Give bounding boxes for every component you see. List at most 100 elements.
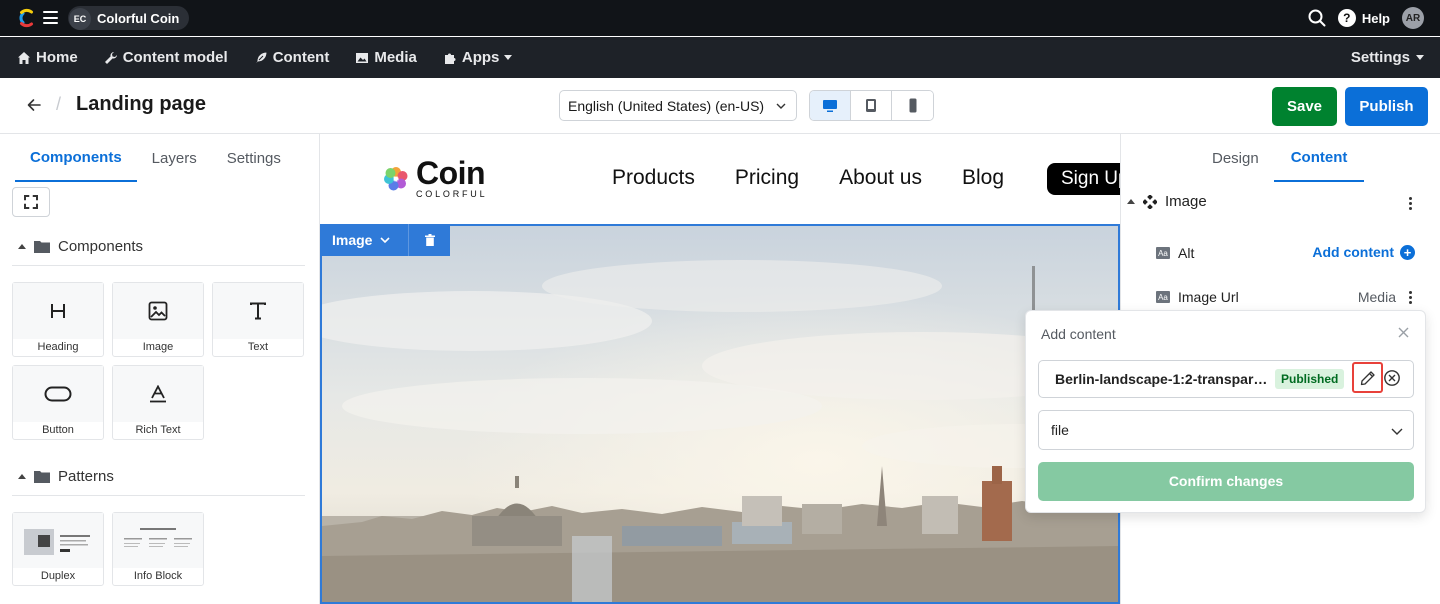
tablet-view-button[interactable]	[851, 91, 892, 120]
publish-button[interactable]: Publish	[1345, 87, 1428, 126]
block-type-dropdown[interactable]: Image	[320, 224, 408, 256]
pattern-tile-info-block[interactable]: Info Block	[112, 512, 204, 586]
mobile-view-button[interactable]	[892, 91, 933, 120]
site-header[interactable]: Coin COLORFUL Products Pricing About us …	[320, 134, 1120, 224]
desktop-view-button[interactable]	[810, 91, 851, 120]
tab-content[interactable]: Content	[1273, 134, 1365, 182]
source-type-select[interactable]: file	[1038, 410, 1414, 450]
tab-settings[interactable]: Settings	[212, 134, 296, 182]
nav-apps[interactable]: Apps	[443, 49, 513, 66]
site-logo[interactable]: Coin COLORFUL	[381, 155, 487, 199]
button-icon	[44, 386, 72, 402]
components-section-header[interactable]: Components	[18, 238, 143, 255]
image-icon	[356, 52, 369, 63]
selected-image-block[interactable]	[320, 224, 1120, 604]
tile-label: Heading	[37, 341, 79, 353]
flower-logo-icon	[384, 166, 408, 190]
back-arrow-icon[interactable]	[26, 97, 42, 113]
prop-label: Image Url	[1178, 289, 1239, 305]
edit-reference-button[interactable]	[1352, 362, 1383, 393]
tab-components[interactable]: Components	[15, 134, 137, 182]
top-bar: EC Colorful Coin ? Help AR	[0, 0, 1440, 36]
delete-block-button[interactable]	[408, 224, 450, 256]
home-icon	[18, 51, 30, 64]
help-label: Help	[1361, 10, 1390, 26]
save-button[interactable]: Save	[1272, 87, 1337, 126]
content-reference-field[interactable]: Berlin-landscape-1:2-transparent Publish…	[1038, 360, 1414, 398]
section-divider	[12, 265, 305, 266]
component-tile-heading[interactable]: Heading	[12, 282, 104, 357]
patterns-section-header[interactable]: Patterns	[18, 468, 114, 485]
site-nav-links: Products Pricing About us Blog	[612, 166, 1004, 190]
main-nav: Home Content model Content Media Apps Se…	[0, 37, 1440, 78]
components-section-label: Components	[58, 238, 144, 255]
select-tool-button[interactable]	[12, 187, 50, 217]
popover-title: Add content	[1041, 326, 1116, 342]
chevron-down-icon	[776, 103, 786, 109]
nav-media[interactable]: Media	[355, 49, 417, 66]
locale-value: English (United States) (en-US)	[568, 97, 765, 114]
space-name: Colorful Coin	[97, 10, 180, 26]
chevron-down-icon	[380, 237, 391, 244]
remove-circle-icon[interactable]	[1383, 369, 1401, 387]
component-tile-button[interactable]: Button	[12, 365, 104, 440]
nav-content[interactable]: Content	[253, 49, 329, 66]
confirm-changes-button[interactable]: Confirm changes	[1038, 462, 1414, 501]
nav-apps-label: Apps	[461, 49, 500, 66]
tile-label: Image	[142, 341, 174, 353]
tile-label: Duplex	[40, 570, 76, 582]
site-signup-button[interactable]: Sign Up	[1047, 163, 1120, 195]
section-divider	[12, 495, 305, 496]
collapse-icon	[18, 244, 26, 249]
site-brand: Coin	[416, 155, 486, 191]
trash-icon	[424, 234, 435, 246]
page-title: Landing page	[76, 93, 206, 115]
duplex-preview-icon	[24, 528, 90, 555]
space-switcher[interactable]: EC Colorful Coin	[68, 6, 190, 30]
nav-home-label: Home	[36, 49, 78, 66]
collapse-icon	[1127, 199, 1135, 204]
status-badge: Published	[1275, 369, 1345, 389]
tile-label: Text	[247, 341, 269, 353]
site-link-pricing[interactable]: Pricing	[735, 166, 799, 190]
folder-icon	[34, 241, 50, 253]
source-type-value: file	[1051, 422, 1069, 438]
nav-settings[interactable]: Settings	[1351, 37, 1424, 78]
close-icon[interactable]	[1398, 327, 1409, 338]
image-icon	[148, 301, 168, 321]
component-tile-image[interactable]: Image	[112, 282, 204, 357]
puzzle-icon	[444, 53, 456, 64]
wrench-icon	[104, 51, 117, 64]
menu-icon[interactable]	[43, 11, 58, 24]
text-field-icon: Aa	[1156, 291, 1170, 303]
user-avatar[interactable]: AR	[1402, 7, 1424, 29]
component-tile-text[interactable]: Text	[212, 282, 304, 357]
breadcrumb-separator: /	[56, 94, 62, 114]
tile-label: Rich Text	[135, 424, 181, 436]
desktop-icon	[823, 99, 837, 112]
locale-select[interactable]: English (United States) (en-US)	[559, 90, 797, 121]
site-link-about[interactable]: About us	[839, 166, 922, 190]
media-source-label: Media	[1357, 289, 1396, 305]
help-button[interactable]: ? Help	[1337, 9, 1390, 27]
site-link-products[interactable]: Products	[612, 166, 695, 190]
patterns-section-label: Patterns	[58, 468, 114, 485]
search-icon[interactable]	[1308, 9, 1326, 27]
site-link-blog[interactable]: Blog	[962, 166, 1004, 190]
component-tile-rich-text[interactable]: Rich Text	[112, 365, 204, 440]
add-content-link[interactable]: Add content +	[1312, 244, 1415, 260]
chevron-down-icon	[504, 55, 513, 60]
nav-content-model[interactable]: Content model	[104, 49, 228, 66]
prop-label: Alt	[1178, 245, 1195, 261]
image-url-more-icon[interactable]	[1409, 291, 1413, 304]
contentful-logo-icon[interactable]	[16, 8, 36, 28]
component-more-icon[interactable]	[1409, 197, 1413, 210]
pattern-tile-duplex[interactable]: Duplex	[12, 512, 104, 586]
component-header[interactable]: Image	[1127, 193, 1207, 210]
nav-home[interactable]: Home	[17, 49, 78, 66]
feather-icon	[253, 50, 268, 64]
folder-icon	[34, 471, 50, 483]
tab-layers[interactable]: Layers	[137, 134, 212, 182]
tab-design[interactable]: Design	[1197, 134, 1274, 182]
left-panel: Components Layers Settings Components He…	[0, 134, 320, 604]
